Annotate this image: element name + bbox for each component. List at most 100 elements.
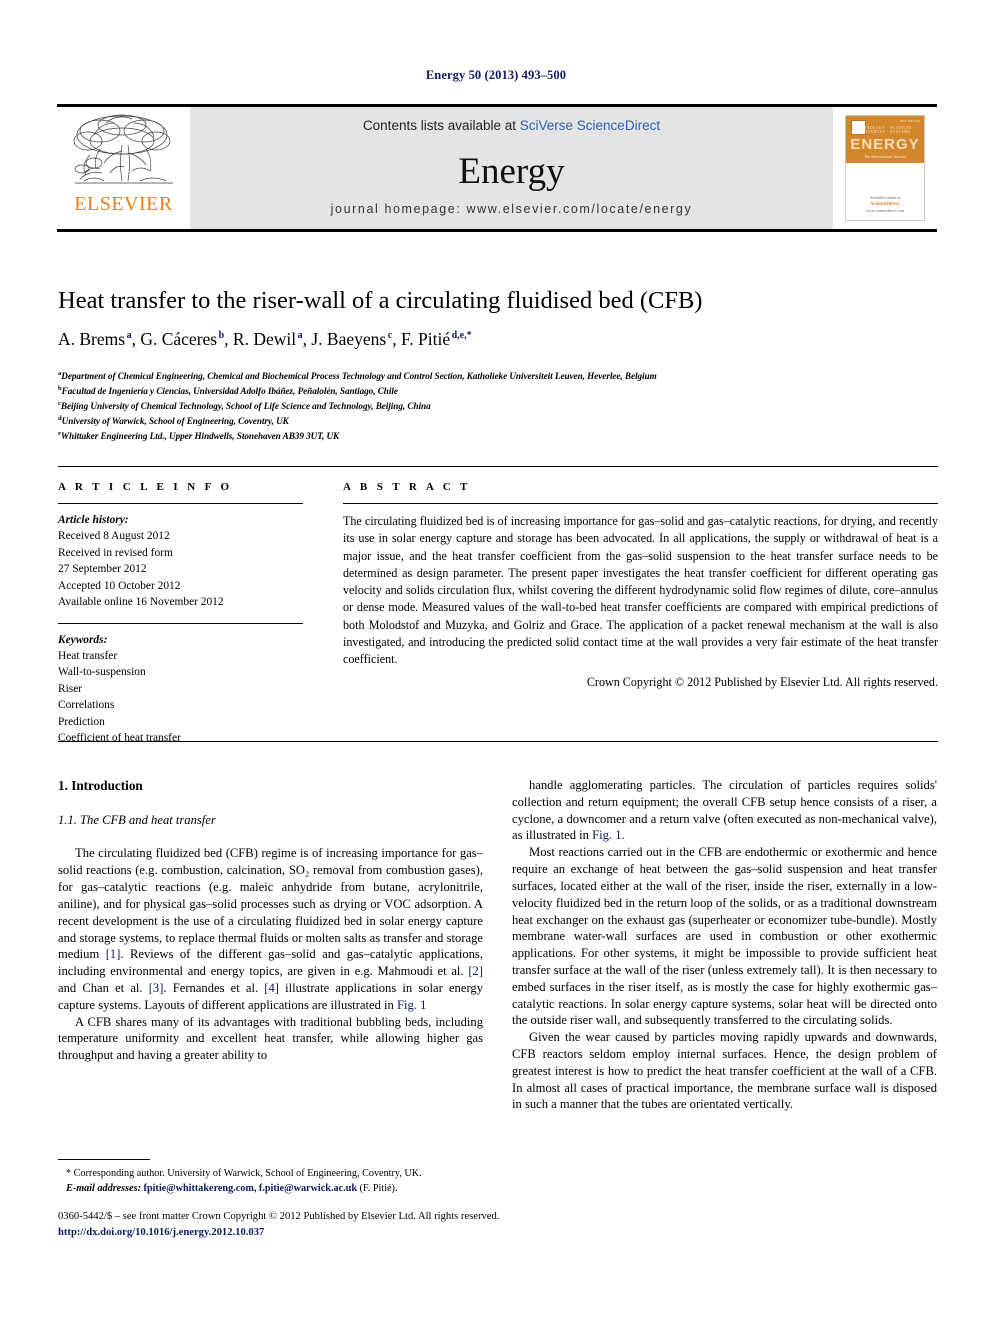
sciencedirect-link[interactable]: SciVerse ScienceDirect: [520, 118, 660, 133]
affiliation-item: bFacultad de Ingeniería y Ciencias, Univ…: [58, 384, 398, 397]
affiliation-list: aDepartment of Chemical Engineering, Che…: [58, 369, 938, 444]
article-history-block: Article history: Received 8 August 2012 R…: [58, 512, 303, 611]
abstract-heading: A B S T R A C T: [343, 481, 471, 493]
email-addresses[interactable]: fpitie@whittakereng.com, f.pitie@warwick…: [144, 1183, 357, 1194]
keyword-item: Prediction: [58, 715, 105, 728]
affiliation-mark: d: [58, 414, 62, 422]
abstract-copyright: Crown Copyright © 2012 Published by Else…: [586, 674, 938, 689]
cover-title: ENERGY: [850, 136, 920, 153]
body-paragraph: Most reactions carried out in the CFB ar…: [512, 845, 937, 1028]
citation-link[interactable]: [4]: [264, 981, 279, 995]
article-history-item: Received 8 August 2012: [58, 530, 170, 543]
article-info-separator: [58, 622, 303, 624]
affiliation-mark: e: [58, 429, 61, 437]
article-history-item: Available online 16 November 2012: [58, 596, 224, 609]
doi-link[interactable]: http://dx.doi.org/10.1016/j.energy.2012.…: [58, 1225, 938, 1241]
affiliation-item: dUniversity of Warwick, School of Engine…: [58, 414, 289, 426]
affiliation-item: aDepartment of Chemical Engineering, Che…: [58, 370, 657, 382]
left-column-paragraphs: The circulating fluidized bed (CFB) regi…: [58, 845, 483, 1064]
article-info-rule: [58, 503, 303, 504]
journal-masthead: ELSEVIER Contents lists available at Sci…: [57, 104, 937, 232]
article-page: Energy 50 (2013) 493–500 ELSEVIER Conten…: [0, 0, 992, 1323]
affiliation-item: cBeijing University of Chemical Technolo…: [58, 399, 431, 411]
colophon-block: 0360-5442/$ – see front matter Crown Cop…: [58, 1209, 938, 1241]
info-bottom-rule: [58, 741, 938, 742]
affiliation-item: eWhittaker Engineering Ltd., Upper Hindw…: [58, 429, 340, 441]
cover-issn: ISSN 0360-5442: [899, 119, 920, 123]
figure-link[interactable]: Fig. 1: [592, 828, 621, 842]
colophon-copyright: 0360-5442/$ – see front matter Crown Cop…: [58, 1211, 500, 1222]
article-history-items: Received 8 August 2012 Received in revise…: [58, 528, 303, 610]
article-history-item: Received in revised form: [58, 546, 173, 559]
subsection-heading: 1.1. The CFB and heat transfer: [58, 812, 216, 827]
affiliation-mark: c: [58, 399, 61, 407]
cover-kicker: TECHNOLOGY · SCIENCES · RESOURCES · SYST…: [854, 126, 916, 134]
info-top-rule: [58, 466, 938, 467]
elsevier-logo: ELSEVIER: [57, 107, 190, 229]
article-info-column: A R T I C L E I N F O Article history: R…: [58, 481, 303, 746]
cover-sciencedirect-url: www.sciencedirect.com: [865, 208, 905, 213]
author-affiliation-mark: b: [218, 330, 225, 342]
author-name: F. Pitié: [400, 329, 451, 349]
footnote-block: * Corresponding author. University of Wa…: [58, 1159, 483, 1197]
article-info-heading: A R T I C L E I N F O: [58, 481, 233, 493]
author-list: A. Brems a, G. Cáceres b, R. Dewil a, J. Ba…: [58, 329, 472, 349]
masthead-center: Contents lists available at SciVerse Sci…: [190, 107, 833, 229]
elsevier-tree-icon: [73, 114, 173, 184]
abstract-rule: [343, 503, 938, 504]
article-title: Heat transfer to the riser-wall of a cir…: [58, 287, 703, 314]
cover-subtitle: The International Journal: [864, 154, 906, 159]
affiliation-mark: a: [58, 370, 62, 377]
citation-link[interactable]: [2]: [468, 964, 483, 978]
journal-homepage-link[interactable]: journal homepage: www.elsevier.com/locat…: [190, 202, 833, 216]
contents-prefix: Contents lists available at: [362, 118, 520, 133]
author-affiliation-mark: a: [126, 330, 132, 342]
abstract-text: The circulating fluidized bed is of incr…: [343, 514, 938, 667]
email-label: E-mail addresses:: [66, 1182, 141, 1194]
abstract-column: A B S T R A C T The circulating fluidize…: [343, 481, 938, 690]
author-affiliation-mark: d,e,*: [451, 330, 472, 342]
article-history-item: Accepted 10 October 2012: [58, 579, 181, 592]
body-paragraph: Given the wear caused by particles movin…: [512, 1030, 937, 1112]
body-column-right: handle agglomerating particles. The circ…: [512, 777, 937, 1113]
affiliation-mark: b: [58, 384, 62, 392]
body-paragraph: The circulating fluidized bed (CFB) regi…: [58, 846, 484, 1012]
journal-cover-thumbnail: ISSN 0360-5442 TECHNOLOGY · SCIENCES · R…: [833, 107, 937, 229]
cover-footer: Available online at ScienceDirect www.sc…: [846, 195, 924, 215]
author-name: A. Brems: [58, 329, 126, 349]
citation-link[interactable]: [3]: [149, 981, 164, 995]
body-paragraph: A CFB shares many of its advantages with…: [58, 1014, 483, 1063]
citation-link[interactable]: [1]: [106, 947, 121, 961]
keyword-item: Coefficient of heat transfer: [58, 732, 181, 745]
keyword-item: Wall-to-suspension: [58, 666, 146, 679]
contents-available-line: Contents lists available at SciVerse Sci…: [190, 118, 833, 133]
cover-top-band: ISSN 0360-5442 TECHNOLOGY · SCIENCES · R…: [846, 116, 924, 163]
elsevier-wordmark: ELSEVIER: [74, 193, 173, 215]
cover-sciencedirect-label: ScienceDirect: [870, 201, 900, 207]
email-note: E-mail addresses: fpitie@whittakereng.co…: [58, 1182, 483, 1197]
author-name: G. Cáceres: [140, 329, 218, 349]
keyword-items: Heat transfer Wall-to-suspension Riser Corr…: [58, 648, 303, 747]
footnote-rule: [58, 1159, 150, 1160]
author-affiliation-mark: a: [297, 330, 303, 342]
running-head: Energy 50 (2013) 493–500: [425, 68, 567, 82]
keyword-item: Riser: [58, 682, 83, 695]
keywords-block: Keywords: Heat transfer Wall-to-suspensio…: [58, 632, 303, 747]
author-affiliation-mark: c: [387, 330, 393, 342]
body-paragraph: handle agglomerating particles. The circ…: [512, 778, 937, 843]
journal-title: Energy: [458, 151, 565, 192]
author-name: J. Baeyens: [311, 329, 387, 349]
author-name: R. Dewil: [232, 329, 297, 349]
section-heading: 1. Introduction: [58, 778, 143, 793]
email-attribution: (F. Pitié).: [359, 1182, 398, 1194]
cover-image: ISSN 0360-5442 TECHNOLOGY · SCIENCES · R…: [845, 115, 925, 221]
keyword-item: Correlations: [58, 699, 115, 712]
keyword-item: Heat transfer: [58, 649, 118, 662]
article-history-label: Article history:: [58, 514, 129, 526]
body-column-left: 1. Introduction 1.1. The CFB and heat tr…: [58, 777, 483, 1064]
article-history-item: 27 September 2012: [58, 563, 147, 576]
corresponding-author-note: * Corresponding author. University of Wa…: [66, 1168, 422, 1179]
right-column-paragraphs: handle agglomerating particles. The circ…: [512, 777, 937, 1113]
keywords-label: Keywords:: [58, 633, 108, 646]
figure-link[interactable]: Fig. 1: [397, 998, 426, 1012]
